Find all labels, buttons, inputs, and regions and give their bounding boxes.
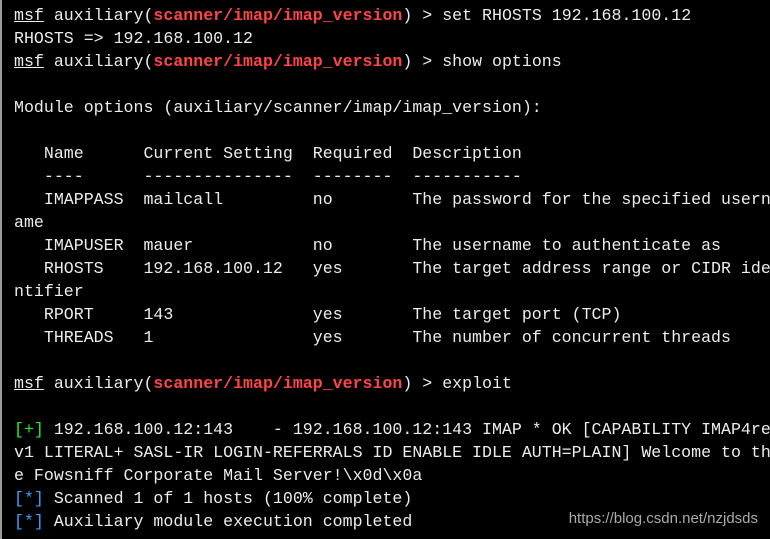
msf-prompt: msf <box>14 52 44 71</box>
terminal-line: IMAPPASS mailcall no The password for th… <box>14 188 770 211</box>
terminal-line: v1 LITERAL+ SASL-IR LOGIN-REFERRALS ID E… <box>14 441 770 464</box>
terminal-line: [+] 192.168.100.12:143 - 192.168.100.12:… <box>14 418 770 441</box>
terminal-line: IMAPUSER mauer no The username to authen… <box>14 234 721 257</box>
terminal-text: ) > show options <box>402 52 562 71</box>
terminal-text: ntifier <box>14 282 84 301</box>
terminal-line: msf auxiliary(scanner/imap/imap_version)… <box>14 372 512 395</box>
terminal-line: ---- --------------- -------- ----------… <box>14 165 522 188</box>
terminal-line: RHOSTS => 192.168.100.12 <box>14 27 253 50</box>
terminal-text: ame <box>14 213 44 232</box>
terminal-text: ---- --------------- -------- ----------… <box>14 167 522 186</box>
terminal-text: auxiliary( <box>43 52 154 71</box>
module-name: scanner/imap/imap_version <box>153 6 403 25</box>
terminal-line: Name Current Setting Required Descriptio… <box>14 142 522 165</box>
terminal-line: e Fowsniff Corporate Mail Server!\x0d\x0… <box>14 464 422 487</box>
terminal-line: THREADS 1 yes The number of concurrent t… <box>14 326 731 349</box>
terminal-text: 192.168.100.12:143 - 192.168.100.12:143 … <box>43 420 770 439</box>
info-marker: [*] <box>14 512 44 531</box>
terminal-line: ame <box>14 211 44 234</box>
terminal-line: msf auxiliary(scanner/imap/imap_version)… <box>14 50 562 73</box>
terminal-text: ) > set RHOSTS 192.168.100.12 <box>402 6 692 25</box>
msf-prompt: msf <box>14 374 44 393</box>
terminal-line: ntifier <box>14 280 84 303</box>
watermark: https://blog.csdn.net/nzjdsds <box>568 510 758 527</box>
module-name: scanner/imap/imap_version <box>153 374 403 393</box>
terminal-line: RPORT 143 yes The target port (TCP) <box>14 303 622 326</box>
terminal-text: ) > exploit <box>402 374 512 393</box>
info-marker: [*] <box>14 489 44 508</box>
terminal-text: THREADS 1 yes The number of concurrent t… <box>14 328 731 347</box>
terminal-line: RHOSTS 192.168.100.12 yes The target add… <box>14 257 770 280</box>
terminal-text: auxiliary( <box>43 374 154 393</box>
terminal-text: auxiliary( <box>43 6 154 25</box>
terminal-text: e Fowsniff Corporate Mail Server!\x0d\x0… <box>14 466 423 485</box>
terminal-text: Name Current Setting Required Descriptio… <box>14 144 522 163</box>
terminal-line: [*] Auxiliary module execution completed <box>14 510 412 533</box>
terminal-window[interactable]: msf auxiliary(scanner/imap/imap_version)… <box>0 0 770 539</box>
terminal-text: IMAPUSER mauer no The username to authen… <box>14 236 722 255</box>
terminal-text: Module options (auxiliary/scanner/imap/i… <box>14 98 542 117</box>
terminal-text: RPORT 143 yes The target port (TCP) <box>14 305 622 324</box>
terminal-line: [*] Scanned 1 of 1 hosts (100% complete) <box>14 487 412 510</box>
terminal-text: RHOSTS => 192.168.100.12 <box>14 29 253 48</box>
terminal-text: RHOSTS 192.168.100.12 yes The target add… <box>14 259 770 278</box>
success-marker: [+] <box>14 420 44 439</box>
terminal-line: Module options (auxiliary/scanner/imap/i… <box>14 96 542 119</box>
terminal-text: Auxiliary module execution completed <box>43 512 413 531</box>
terminal-line: msf auxiliary(scanner/imap/imap_version)… <box>14 4 691 27</box>
terminal-text: IMAPPASS mailcall no The password for th… <box>14 190 770 209</box>
msf-prompt: msf <box>14 6 44 25</box>
terminal-text: v1 LITERAL+ SASL-IR LOGIN-REFERRALS ID E… <box>14 443 770 462</box>
terminal-text: Scanned 1 of 1 hosts (100% complete) <box>43 489 413 508</box>
module-name: scanner/imap/imap_version <box>153 52 403 71</box>
